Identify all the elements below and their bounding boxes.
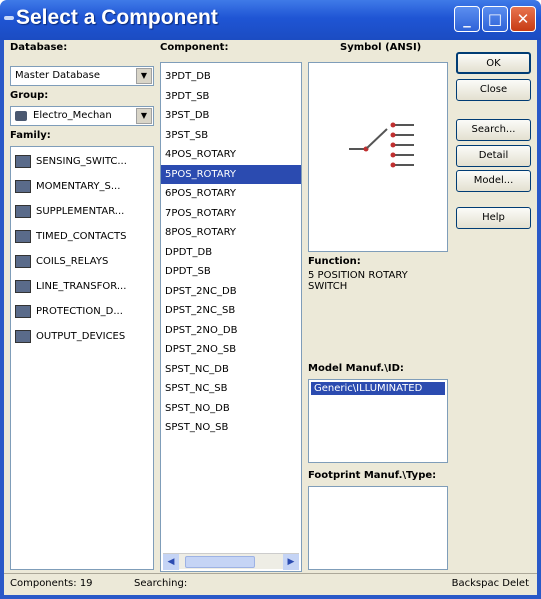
component-item[interactable]: DPST_2NO_DB bbox=[161, 321, 301, 341]
ok-button[interactable]: OK bbox=[456, 52, 531, 74]
family-item[interactable]: COILS_RELAYS bbox=[11, 249, 153, 274]
component-item-selected[interactable]: 5POS_ROTARY bbox=[161, 164, 301, 184]
component-item[interactable]: SPST_NO_SB bbox=[161, 418, 301, 438]
component-item[interactable]: 7POS_ROTARY bbox=[161, 204, 301, 224]
scroll-left-icon[interactable]: ◀ bbox=[163, 554, 179, 570]
dialog-body: Database: Master Database ▼ Group: Elect… bbox=[4, 40, 537, 595]
scroll-right-icon[interactable]: ▶ bbox=[283, 554, 299, 570]
function-text: 5 POSITION ROTARY SWITCH bbox=[308, 270, 408, 292]
component-item[interactable]: SPST_NO_DB bbox=[161, 399, 301, 419]
component-count: Components: 19 bbox=[10, 578, 93, 589]
maximize-button[interactable]: □ bbox=[482, 6, 508, 32]
model-manuf-label: Model Manuf.\ID: bbox=[308, 363, 404, 374]
family-item[interactable]: OUTPUT_DEVICES bbox=[11, 324, 153, 349]
component-item[interactable]: DPST_2NC_DB bbox=[161, 282, 301, 302]
momentary-switch-icon bbox=[15, 180, 31, 193]
component-list[interactable]: 3PDT_DB 3PDT_SB 3PST_DB 3PST_SB 4POS_ROTARY 5… bbox=[160, 62, 302, 572]
supplementary-icon bbox=[15, 205, 31, 218]
coil-relay-icon bbox=[15, 255, 31, 268]
model-button[interactable]: Model... bbox=[456, 170, 531, 192]
window-icon bbox=[4, 16, 14, 20]
group-value: Electro_Mechan bbox=[33, 110, 112, 121]
component-item[interactable]: DPST_2NC_SB bbox=[161, 301, 301, 321]
line-transformer-icon bbox=[15, 280, 31, 293]
function-label: Function: bbox=[308, 256, 361, 267]
family-item[interactable]: MOMENTARY_S... bbox=[11, 174, 153, 199]
family-item[interactable]: PROTECTION_D... bbox=[11, 299, 153, 324]
group-label: Group: bbox=[10, 90, 49, 101]
rotary-switch-symbol-icon bbox=[349, 122, 414, 168]
group-select[interactable]: Electro_Mechan ▼ bbox=[10, 106, 154, 126]
component-item[interactable]: DPST_2NO_SB bbox=[161, 340, 301, 360]
help-button[interactable]: Help bbox=[456, 207, 531, 229]
close-button[interactable]: Close bbox=[456, 79, 531, 101]
component-item[interactable]: 8POS_ROTARY bbox=[161, 223, 301, 243]
component-item[interactable]: DPDT_SB bbox=[161, 262, 301, 282]
detail-report-button[interactable]: Detail Report... bbox=[456, 145, 531, 181]
family-item[interactable]: SENSING_SWITC... bbox=[11, 149, 153, 174]
model-manuf-list[interactable]: Generic\ILLUMINATED bbox=[308, 379, 448, 463]
searching-status: Searching: bbox=[134, 578, 188, 589]
protection-device-icon bbox=[15, 305, 31, 318]
status-bar: Components: 19 Searching: Backspac Delet bbox=[4, 573, 537, 595]
family-item[interactable]: TIMED_CONTACTS bbox=[11, 224, 153, 249]
component-item[interactable]: 3PST_SB bbox=[161, 126, 301, 146]
scrollbar-thumb[interactable] bbox=[185, 556, 255, 568]
window-title: Select a Component bbox=[16, 6, 218, 29]
close-window-button[interactable]: ✕ bbox=[510, 6, 536, 32]
family-label: Family: bbox=[10, 130, 51, 141]
component-item[interactable]: SPST_NC_SB bbox=[161, 379, 301, 399]
family-list[interactable]: SENSING_SWITC... MOMENTARY_S... SUPPLEME… bbox=[10, 146, 154, 570]
component-label: Component: bbox=[160, 42, 229, 53]
footprint-label: Footprint Manuf.\Type: bbox=[308, 470, 437, 481]
component-item[interactable]: DPDT_DB bbox=[161, 243, 301, 263]
chevron-down-icon[interactable]: ▼ bbox=[136, 68, 152, 84]
output-devices-icon bbox=[15, 330, 31, 343]
group-icon bbox=[15, 111, 27, 121]
chevron-down-icon[interactable]: ▼ bbox=[136, 108, 152, 124]
database-select[interactable]: Master Database ▼ bbox=[10, 66, 154, 86]
database-value: Master Database bbox=[15, 70, 101, 81]
component-item[interactable]: SPST_NC_DB bbox=[161, 360, 301, 380]
horizontal-scrollbar[interactable]: ◀ ▶ bbox=[163, 553, 299, 570]
component-item[interactable]: 3PDT_SB bbox=[161, 87, 301, 107]
symbol-label: Symbol (ANSI) bbox=[340, 42, 422, 53]
model-manuf-item-selected[interactable]: Generic\ILLUMINATED bbox=[311, 382, 445, 395]
sensing-switch-icon bbox=[15, 155, 31, 168]
symbol-preview bbox=[308, 62, 448, 252]
component-item[interactable]: 6POS_ROTARY bbox=[161, 184, 301, 204]
family-item[interactable]: LINE_TRANSFOR... bbox=[11, 274, 153, 299]
family-item[interactable]: SUPPLEMENTAR... bbox=[11, 199, 153, 224]
footprint-list[interactable] bbox=[308, 486, 448, 570]
title-bar[interactable]: Select a Component _ □ ✕ bbox=[0, 0, 541, 40]
timed-contacts-icon bbox=[15, 230, 31, 243]
component-item[interactable]: 3PST_DB bbox=[161, 106, 301, 126]
component-item[interactable]: 3PDT_DB bbox=[161, 67, 301, 87]
keyboard-hint: Backspac Delet bbox=[451, 578, 529, 589]
select-component-dialog: Select a Component _ □ ✕ Database: Maste… bbox=[0, 0, 541, 599]
search-button[interactable]: Search... bbox=[456, 119, 531, 141]
component-item[interactable]: 4POS_ROTARY bbox=[161, 145, 301, 165]
minimize-button[interactable]: _ bbox=[454, 6, 480, 32]
database-label: Database: bbox=[10, 42, 68, 53]
